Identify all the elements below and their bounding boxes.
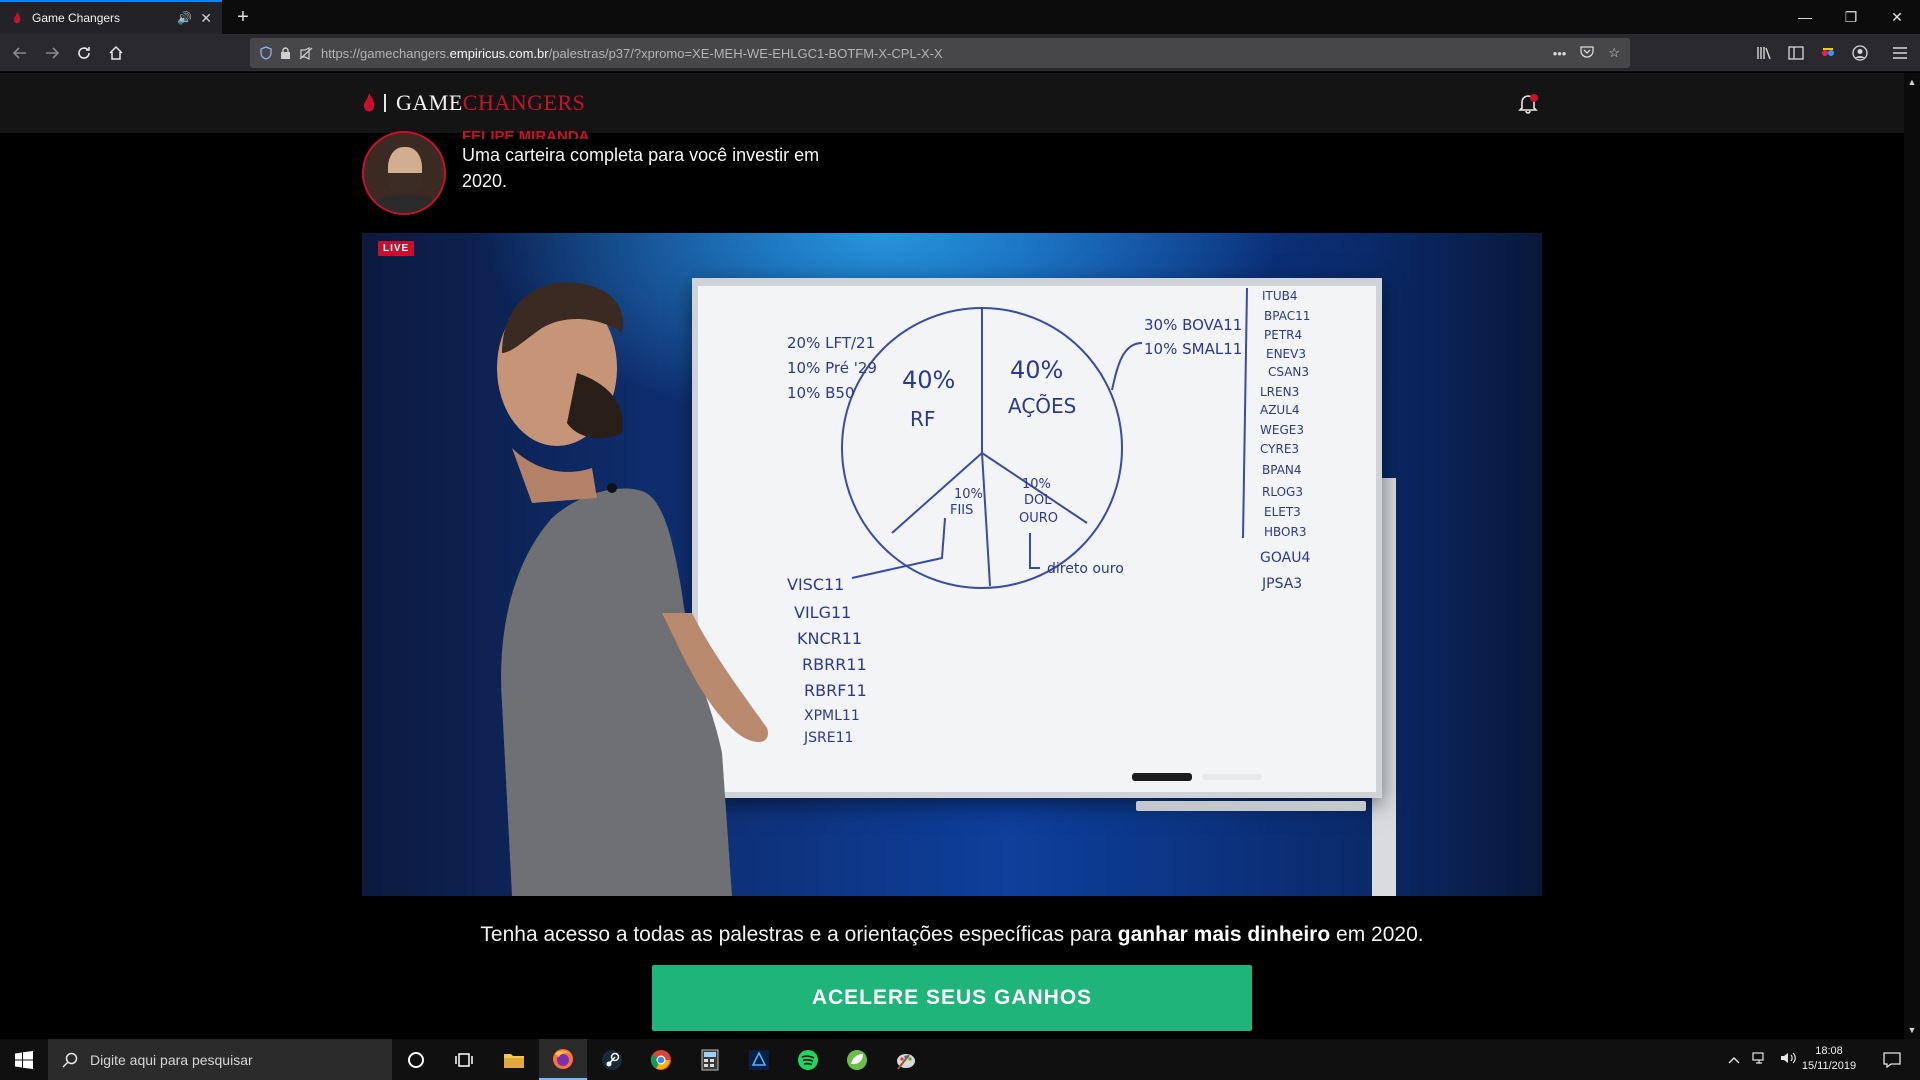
chevron-up-icon[interactable]: [1728, 1053, 1740, 1067]
minimize-icon[interactable]: —: [1782, 0, 1828, 34]
system-tray: [1728, 1039, 1796, 1080]
leaf-app-icon[interactable]: [833, 1039, 881, 1080]
notification-bell-icon[interactable]: [1516, 91, 1540, 115]
live-badge: LIVE: [378, 241, 415, 256]
scroll-down-icon[interactable]: ▼: [1904, 1023, 1920, 1037]
web-page: GAME CHANGERS FELIPE MIRANDA Uma carteir…: [0, 73, 1904, 1039]
flame-icon: [13, 12, 21, 24]
clock-time: 18:08: [1815, 1045, 1843, 1057]
cta-text: Tenha acesso a todas as palestras e a or…: [480, 923, 1424, 946]
address-bar[interactable]: https://gamechangers.empiricus.com.br/pa…: [250, 38, 1630, 68]
taskbar-clock[interactable]: 18:08 15/11/2019: [1794, 1044, 1864, 1074]
menu-icon[interactable]: [1890, 43, 1910, 63]
accelerate-gains-button[interactable]: ACELERE SEUS GANHOS: [652, 965, 1252, 1031]
firefox-icon[interactable]: [539, 1039, 587, 1080]
autoplay-blocked-icon[interactable]: [299, 46, 313, 60]
library-icon[interactable]: [1754, 43, 1774, 63]
home-icon[interactable]: [102, 39, 130, 67]
extension-icon[interactable]: [1818, 43, 1838, 63]
talk-title: Uma carteira completa para você investir…: [462, 145, 820, 191]
clock-date: 15/11/2019: [1801, 1060, 1857, 1072]
speaker-icon[interactable]: 🔊: [177, 11, 192, 25]
chrome-icon[interactable]: [637, 1039, 685, 1080]
back-icon[interactable]: [6, 39, 34, 67]
video-player[interactable]: 40% RF 40% AÇÕES 10% FIIS 10% DOL OURO 2…: [362, 233, 1542, 896]
active-tab[interactable]: Game Changers 🔊 ✕: [0, 0, 222, 34]
tab-title: Game Changers: [32, 11, 121, 25]
account-icon[interactable]: [1850, 43, 1870, 63]
forward-icon[interactable]: [38, 39, 66, 67]
task-view-icon[interactable]: [440, 1039, 488, 1080]
search-placeholder: Digite aqui para pesquisar: [90, 1051, 253, 1068]
close-tab-icon[interactable]: ✕: [200, 10, 212, 27]
site-logo[interactable]: GAME CHANGERS: [362, 89, 585, 117]
logo-divider: [384, 94, 386, 112]
navigation-bar: https://gamechangers.empiricus.com.br/pa…: [0, 34, 1920, 72]
sidebar-icon[interactable]: [1786, 43, 1806, 63]
page-actions-icon[interactable]: •••: [1553, 46, 1567, 61]
logo-game-text: GAME: [396, 90, 463, 115]
flame-icon: [363, 93, 375, 112]
action-center-icon[interactable]: [1870, 1039, 1914, 1080]
restore-icon[interactable]: ❐: [1828, 0, 1874, 34]
new-tab-button[interactable]: +: [230, 4, 256, 30]
tracking-shield-icon[interactable]: [260, 46, 272, 60]
presenter: [497, 282, 768, 896]
network-icon[interactable]: [1752, 1051, 1768, 1068]
scroll-up-icon[interactable]: ▲: [1904, 75, 1920, 89]
bookmark-star-icon[interactable]: ☆: [1608, 45, 1620, 61]
steam-icon[interactable]: [588, 1039, 636, 1080]
window-close-icon[interactable]: ✕: [1874, 0, 1920, 34]
calculator-app-icon[interactable]: [686, 1039, 734, 1080]
taskbar-search-box[interactable]: Digite aqui para pesquisar: [48, 1039, 392, 1080]
windows-taskbar: Digite aqui para pesquisar 18:08 15/11/2…: [0, 1039, 1920, 1080]
reload-icon[interactable]: [70, 39, 98, 67]
cortana-icon[interactable]: [392, 1039, 440, 1080]
paint-app-icon[interactable]: [882, 1039, 930, 1080]
speaker-name: FELIPE MIRANDA: [462, 130, 590, 139]
logo-changers-text: CHANGERS: [462, 90, 586, 115]
app-launcher-icon[interactable]: [735, 1039, 783, 1080]
url-text: https://gamechangers.empiricus.com.br/pa…: [321, 45, 943, 61]
browser-tab-bar: Game Changers 🔊 ✕ + — ❐ ✕: [0, 0, 1920, 34]
file-explorer-icon[interactable]: [490, 1039, 538, 1080]
speaker-block: FELIPE MIRANDA Uma carteira completa par…: [362, 130, 882, 220]
speaker-avatar: [362, 131, 446, 215]
search-icon: [62, 1052, 78, 1068]
site-header: GAME CHANGERS: [0, 73, 1904, 133]
windows-start-icon[interactable]: [0, 1039, 48, 1080]
spotify-icon[interactable]: [784, 1039, 832, 1080]
pocket-icon[interactable]: [1580, 45, 1594, 61]
page-scrollbar[interactable]: ▲ ▼: [1904, 73, 1920, 1039]
lock-icon[interactable]: [280, 46, 291, 60]
